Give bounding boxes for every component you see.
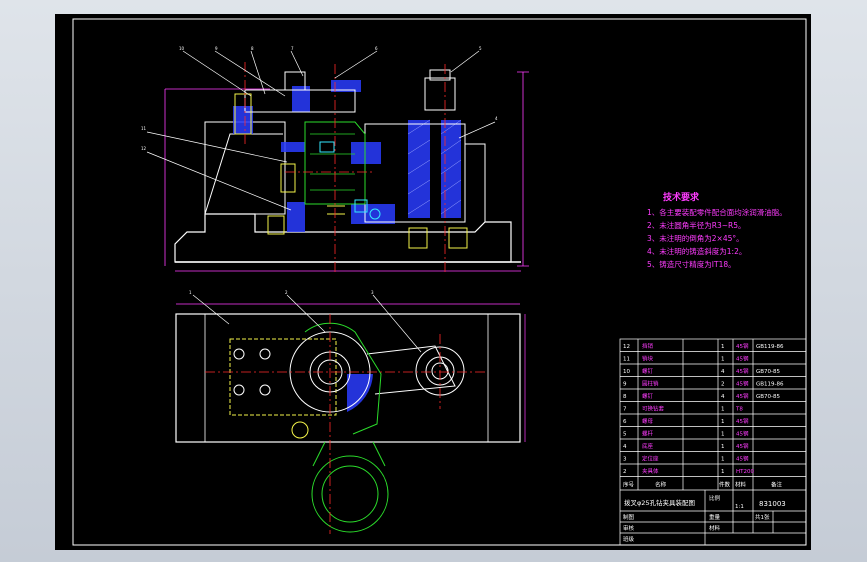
- drafted-label: 制图: [623, 513, 635, 521]
- svg-text:8: 8: [251, 46, 254, 51]
- svg-text:3: 3: [371, 290, 374, 295]
- front-view: 10 9 8 7 6 5 11 12 4: [141, 46, 529, 272]
- checked-label: 审核: [623, 524, 635, 532]
- svg-text:1: 1: [189, 290, 192, 295]
- parts-name-cell: 螺杆: [642, 430, 654, 438]
- parts-header-qty: 件数: [719, 481, 731, 489]
- parts-qty-cell: 4: [721, 394, 725, 400]
- parts-name-cell: 定位座: [642, 455, 659, 463]
- parts-qty-cell: 1: [721, 407, 725, 413]
- parts-qty-cell: 2: [721, 382, 725, 388]
- parts-name-cell: 螺母: [642, 417, 654, 425]
- parts-material-cell: 45钢: [736, 367, 749, 375]
- parts-material-cell: 45钢: [736, 392, 749, 400]
- parts-name-cell: 销块: [642, 355, 654, 363]
- parts-header-no: 序号: [623, 481, 635, 489]
- parts-qty-cell: 1: [721, 444, 725, 450]
- parts-qty-cell: 1: [721, 357, 725, 363]
- parts-qty-cell: 1: [721, 344, 725, 350]
- parts-name-cell: 底座: [642, 442, 654, 450]
- parts-no-cell: 5: [623, 432, 627, 438]
- parts-qty-cell: 1: [721, 432, 725, 438]
- parts-no-cell: 2: [623, 469, 627, 475]
- tech-item: 1、各主要装配零件配合面均涂润滑油脂。: [647, 207, 787, 217]
- scale-label: 比例: [709, 494, 721, 502]
- svg-text:10: 10: [179, 46, 185, 51]
- weight-label: 重量: [709, 513, 721, 521]
- parts-qty-cell: 1: [721, 457, 725, 463]
- parts-qty-cell: 4: [721, 369, 725, 375]
- assembly-drawing: 10 9 8 765 11124 1 2 3 技术要求 1、各主要装配零件配合面…: [72, 18, 807, 546]
- drawing-sheet: 10 9 8 765 11 12 4 1 2 3 技术要求 1、各主要装配零件配…: [55, 14, 811, 550]
- parts-material-cell: HT200: [736, 469, 754, 475]
- svg-text:7: 7: [291, 46, 294, 51]
- scale-value: 1:1: [735, 504, 744, 510]
- parts-material-cell: 45钢: [736, 342, 749, 350]
- parts-standard-cell: GB70-85: [756, 369, 781, 375]
- parts-qty-cell: 1: [721, 469, 725, 475]
- parts-no-cell: 3: [623, 457, 627, 463]
- parts-material-cell: 45钢: [736, 380, 749, 388]
- tech-title: 技术要求: [663, 191, 700, 203]
- svg-text:4: 4: [495, 116, 498, 121]
- parts-material-cell: T8: [735, 407, 743, 413]
- parts-no-cell: 12: [623, 344, 630, 350]
- parts-no-cell: 9: [623, 382, 627, 388]
- svg-text:12: 12: [141, 146, 147, 151]
- svg-text:2: 2: [285, 290, 288, 295]
- drawing-number: 831003: [759, 500, 786, 508]
- parts-no-cell: 4: [623, 444, 627, 450]
- parts-name-cell: 螺钉: [642, 367, 654, 375]
- school-label: 班级: [623, 535, 635, 543]
- tech-item: 2、未注圆角半径为R3~R5。: [647, 220, 746, 230]
- parts-material-cell: 45钢: [736, 417, 749, 425]
- tech-item: 3、未注明的倒角为2×45°。: [647, 233, 744, 243]
- parts-standard-cell: GB70-85: [756, 394, 781, 400]
- parts-qty-cell: 1: [721, 419, 725, 425]
- top-view: 1 2 3: [175, 290, 526, 534]
- parts-header-remark: 备注: [771, 481, 783, 489]
- parts-header-material: 材料: [735, 481, 747, 489]
- tech-item: 4、未注明的铸造斜度为1:2。: [647, 246, 746, 256]
- title-block-title: 拨叉φ25孔钻夹具装配图: [624, 498, 695, 507]
- parts-standard-cell: GB119-86: [756, 382, 784, 388]
- parts-no-cell: 7: [623, 407, 627, 413]
- parts-no-cell: 11: [623, 357, 630, 363]
- material-label: 材料: [709, 524, 721, 532]
- parts-material-cell: 45钢: [736, 430, 749, 438]
- parts-name-cell: 可换钻套: [642, 405, 665, 413]
- parts-material-cell: 45钢: [736, 455, 749, 463]
- svg-text:6: 6: [375, 46, 378, 51]
- parts-header-name: 名称: [655, 481, 667, 489]
- parts-name-cell: 螺钉: [642, 392, 654, 400]
- parts-name-cell: 夹具体: [642, 467, 659, 475]
- sheet-label: 共1张: [755, 513, 770, 521]
- parts-material-cell: 45钢: [736, 355, 749, 363]
- parts-no-cell: 8: [623, 394, 627, 400]
- parts-list: 12 挡销 1 45钢 GB119-8611 销块 1 45钢10 螺钉 4 45钢 GB70-859…: [619, 338, 807, 546]
- parts-no-cell: 6: [623, 419, 627, 425]
- parts-no-cell: 10: [623, 369, 630, 375]
- svg-text:11: 11: [141, 126, 147, 131]
- tech-requirements: 技术要求 1、各主要装配零件配合面均涂润滑油脂。 2、未注圆角半径为R3~R5。…: [647, 191, 787, 269]
- parts-name-cell: 挡销: [642, 342, 654, 350]
- parts-standard-cell: GB119-86: [756, 344, 784, 350]
- svg-text:5: 5: [479, 46, 482, 51]
- drawing-frame: [72, 18, 807, 546]
- svg-text:9: 9: [215, 46, 218, 51]
- tech-item: 5、铸造尺寸精度为IT18。: [647, 259, 736, 269]
- parts-name-cell: 圆柱销: [642, 380, 659, 388]
- parts-material-cell: 45钢: [736, 442, 749, 450]
